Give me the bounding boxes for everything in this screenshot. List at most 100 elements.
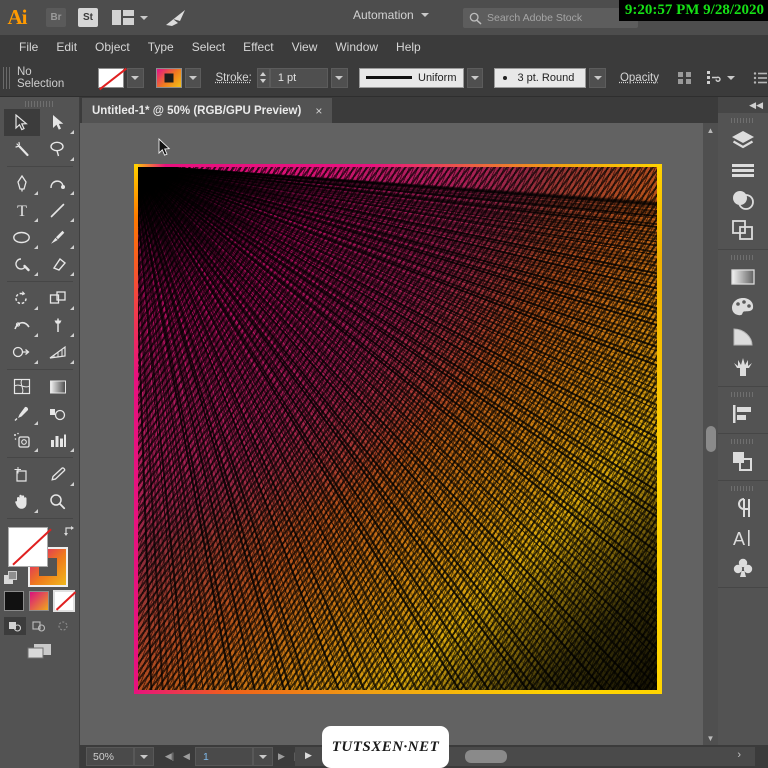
stroke-weight-stepper[interactable] [256,67,270,88]
arrange-icon[interactable] [706,70,721,85]
zoom-level-dropdown-button[interactable] [134,747,154,766]
type-tool[interactable]: T [4,197,40,224]
swap-fill-stroke-icon[interactable] [63,525,76,537]
stroke-swatch[interactable] [155,67,182,88]
none-mode-swatch[interactable] [52,590,75,612]
magic-wand-tool[interactable] [4,136,40,163]
panel-group-grip[interactable] [731,392,755,397]
artboard-navigation-dropdown-button[interactable] [253,747,273,766]
width-profile-dropdown-button[interactable] [466,67,484,88]
menu-item-object[interactable]: Object [86,35,139,59]
canvas-area[interactable] [80,123,703,745]
align-icon[interactable] [677,70,692,85]
color-guide-panel-icon[interactable] [718,322,768,352]
brush-dropdown-button[interactable] [589,67,606,88]
scale-tool[interactable] [40,285,76,312]
zoom-tool[interactable] [40,488,76,515]
artboard-tool[interactable] [4,461,40,488]
eyedropper-tool[interactable] [4,400,40,427]
scroll-up-icon[interactable]: ▲ [703,123,718,137]
stroke-weight-dropdown-button[interactable] [330,67,348,88]
symbol-sprayer-tool[interactable] [4,427,40,454]
stock-search-input[interactable]: Search Adobe Stock [463,8,638,28]
default-fill-stroke-icon[interactable] [3,571,18,585]
menu-item-effect[interactable]: Effect [234,35,282,59]
menu-item-view[interactable]: View [283,35,327,59]
appearance-panel-icon[interactable] [718,185,768,215]
character-panel-icon[interactable]: A [718,523,768,553]
paragraph-panel-icon[interactable] [718,493,768,523]
line-segment-tool[interactable] [40,197,76,224]
symbols-panel-icon[interactable] [718,553,768,583]
menu-item-window[interactable]: Window [326,35,387,59]
column-graph-tool[interactable] [40,427,76,454]
align-panel-icon[interactable] [718,399,768,429]
variable-width-profile-field[interactable]: Uniform [358,67,464,88]
collapse-panels-icon[interactable]: ◀◀ [718,97,768,113]
paintbrush-tool[interactable] [40,224,76,251]
fill-dropdown-button[interactable] [126,67,144,88]
document-setup-list-icon[interactable] [753,71,768,85]
pen-tool[interactable] [4,170,40,197]
transform-panel-icon[interactable] [718,446,768,476]
lasso-tool[interactable] [40,136,76,163]
pathfinder-panel-icon[interactable] [718,215,768,245]
direct-selection-tool[interactable] [40,109,76,136]
free-transform-tool[interactable] [40,312,76,339]
menu-item-help[interactable]: Help [387,35,430,59]
panel-group-grip[interactable] [731,118,755,123]
gradient-tool[interactable] [40,373,76,400]
gradient-mode-swatch[interactable] [28,591,49,611]
menu-item-edit[interactable]: Edit [47,35,86,59]
selection-tool[interactable] [3,109,40,136]
blend-tool[interactable] [40,400,76,427]
next-page-icon[interactable]: ▶ [273,747,290,766]
stock-button[interactable]: St [78,8,98,27]
horizontal-scroll-thumb[interactable] [465,750,507,763]
artboard-number-field[interactable]: 1 [195,747,253,766]
panel-group-grip[interactable] [731,255,755,260]
rotate-tool[interactable] [4,285,40,312]
bridge-button[interactable]: Br [46,8,66,27]
radial-line-burst-artwork[interactable] [134,164,662,694]
close-icon[interactable]: × [315,104,322,118]
hand-tool[interactable] [4,488,40,515]
draw-behind-button[interactable] [28,617,50,635]
swatches-panel-icon[interactable] [718,292,768,322]
libraries-panel-icon[interactable] [718,155,768,185]
ellipse-tool[interactable] [4,224,40,251]
control-bar-grip[interactable] [3,66,12,89]
tools-panel-grip[interactable] [24,101,55,107]
scroll-down-icon[interactable]: ▼ [703,731,718,745]
workspace-switcher[interactable]: Automation [353,8,429,22]
brushes-panel-icon[interactable] [718,352,768,382]
gradient-panel-icon[interactable] [718,262,768,292]
brush-definition-field[interactable]: 3 pt. Round [494,67,587,88]
width-tool[interactable] [4,312,40,339]
change-screen-mode-button[interactable] [4,643,76,660]
document-tab[interactable]: Untitled-1* @ 50% (RGB/GPU Preview) × [82,98,333,123]
draw-normal-button[interactable] [3,617,26,635]
stroke-dropdown-button[interactable] [184,67,202,88]
play-icon[interactable]: ▶ [305,750,312,761]
shape-builder-tool[interactable] [4,339,40,366]
perspective-grid-tool[interactable] [40,339,76,366]
canvas-vertical-scrollbar[interactable]: ▲ ▼ [703,123,718,745]
first-page-icon[interactable]: ◀| [161,747,178,766]
panel-group-grip[interactable] [731,439,755,444]
layers-panel-icon[interactable] [718,125,768,155]
fill-swatch[interactable] [97,67,124,88]
zoom-level-field[interactable]: 50% [86,747,134,766]
opacity-label[interactable]: Opacity [620,72,659,84]
curvature-tool[interactable] [40,170,76,197]
vertical-scroll-thumb[interactable] [706,426,716,452]
discover-swoosh-icon[interactable] [164,8,188,28]
scroll-right-icon[interactable]: › [737,749,741,761]
chevron-down-icon[interactable] [726,75,735,80]
eraser-tool[interactable] [40,251,76,278]
draw-inside-button[interactable] [52,617,74,635]
fill-swatch-none[interactable] [7,527,48,567]
arrange-documents-button[interactable] [112,10,148,25]
slice-tool[interactable] [40,461,76,488]
stroke-weight-field[interactable]: 1 pt [269,67,328,88]
